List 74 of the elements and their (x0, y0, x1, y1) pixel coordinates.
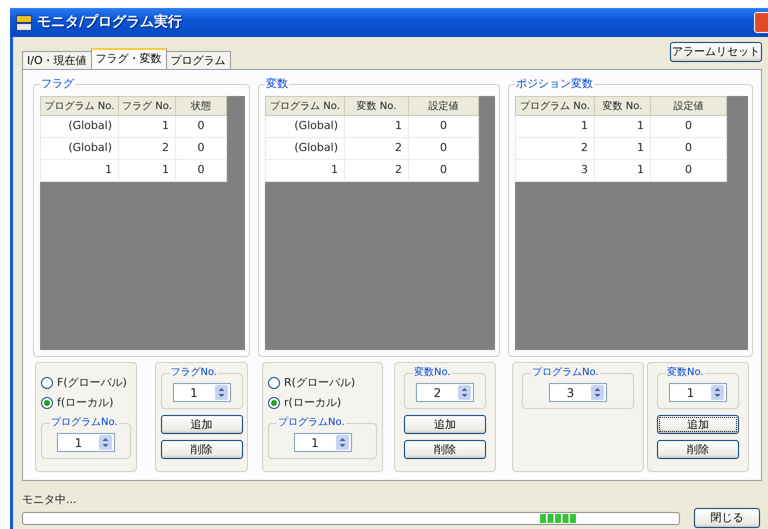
column-header[interactable]: 設定値 (408, 96, 478, 116)
radio-button[interactable] (41, 397, 53, 409)
column-header[interactable]: 状態 (176, 96, 226, 116)
delete-button[interactable]: 削除 (404, 440, 486, 459)
column-header[interactable]: プログラム No. (266, 96, 344, 116)
table-cell: 1 (594, 160, 650, 182)
table-cell: 0 (650, 116, 726, 138)
spin-arrows-icon[interactable] (458, 385, 471, 400)
number-spinner[interactable]: 1 (669, 383, 727, 402)
column-header[interactable]: 変数 No. (344, 96, 408, 116)
spin-arrows-icon[interactable] (214, 385, 228, 400)
add-button[interactable]: 追加 (657, 415, 739, 434)
tab[interactable]: I/O・現在値 (22, 51, 92, 69)
number-spinner[interactable]: 1 (57, 433, 115, 452)
spin-arrows-icon[interactable] (591, 385, 604, 400)
window-title: モニタ/プログラム実行 (37, 13, 182, 32)
table-cell: (Global) (40, 116, 118, 138)
table-cell: 0 (176, 160, 226, 182)
table-cell: 2 (516, 138, 594, 160)
spin-arrows-icon[interactable] (336, 435, 348, 450)
table-cell: 0 (176, 116, 226, 138)
tab[interactable]: プログラム (166, 51, 231, 69)
column-header[interactable]: プログラム No. (516, 96, 594, 116)
radio-button[interactable] (268, 397, 280, 409)
group-title: フラグ (40, 77, 75, 91)
delete-button[interactable]: 削除 (160, 440, 242, 459)
number-spinner[interactable]: 2 (416, 383, 474, 402)
number-spinner[interactable]: 1 (172, 383, 230, 402)
radio-label[interactable]: F(グローバル) (57, 374, 127, 392)
table-cell: 0 (650, 160, 726, 182)
close-dialog-button[interactable]: 閉じる (694, 508, 760, 528)
close-button[interactable] (754, 12, 768, 33)
radio-label[interactable]: r(ローカル) (284, 394, 342, 412)
radio-button[interactable] (268, 377, 280, 389)
table-cell: 0 (408, 160, 478, 182)
add-button[interactable]: 追加 (160, 415, 242, 434)
table-cell: 0 (650, 138, 726, 160)
column-header[interactable]: プログラム No. (40, 96, 118, 116)
status-text: モニタ中... (22, 493, 78, 506)
group-title: 変数 (265, 77, 289, 91)
table-cell: 0 (408, 116, 478, 138)
delete-button[interactable]: 削除 (657, 440, 739, 459)
table-cell: 1 (594, 116, 650, 138)
app-logo-icon (16, 14, 32, 30)
number-spinner[interactable]: 3 (549, 383, 607, 402)
table-cell: (Global) (266, 138, 344, 160)
table-cell: 1 (516, 116, 594, 138)
add-button[interactable]: 追加 (404, 415, 486, 434)
table-cell: 1 (118, 116, 176, 138)
table-cell: 2 (344, 160, 408, 182)
radio-label[interactable]: f(ローカル) (57, 394, 114, 412)
spin-arrows-icon[interactable] (711, 385, 724, 400)
radio-button[interactable] (41, 377, 53, 389)
column-header[interactable]: フラグ No. (118, 96, 176, 116)
table-cell: 2 (118, 138, 176, 160)
alarm-reset-button[interactable]: アラームリセット (670, 42, 762, 62)
table-cell: (Global) (40, 138, 118, 160)
column-header[interactable]: 変数 No. (594, 96, 650, 116)
table-cell: 3 (516, 160, 594, 182)
table-cell: 0 (176, 138, 226, 160)
table-cell: 0 (408, 138, 478, 160)
spin-arrows-icon[interactable] (99, 435, 112, 450)
table-cell: 1 (344, 116, 408, 138)
radio-label[interactable]: R(グローバル) (284, 374, 356, 392)
table-cell: 1 (118, 160, 176, 182)
table-cell: 2 (344, 138, 408, 160)
tab[interactable]: フラグ・変数 (90, 48, 167, 69)
table-cell: 1 (266, 160, 344, 182)
table-cell: 1 (40, 160, 118, 182)
table-cell: (Global) (266, 116, 344, 138)
number-spinner[interactable]: 1 (294, 433, 352, 452)
table-cell: 1 (594, 138, 650, 160)
group-title: ポジション変数 (515, 77, 594, 91)
column-header[interactable]: 設定値 (650, 96, 726, 116)
